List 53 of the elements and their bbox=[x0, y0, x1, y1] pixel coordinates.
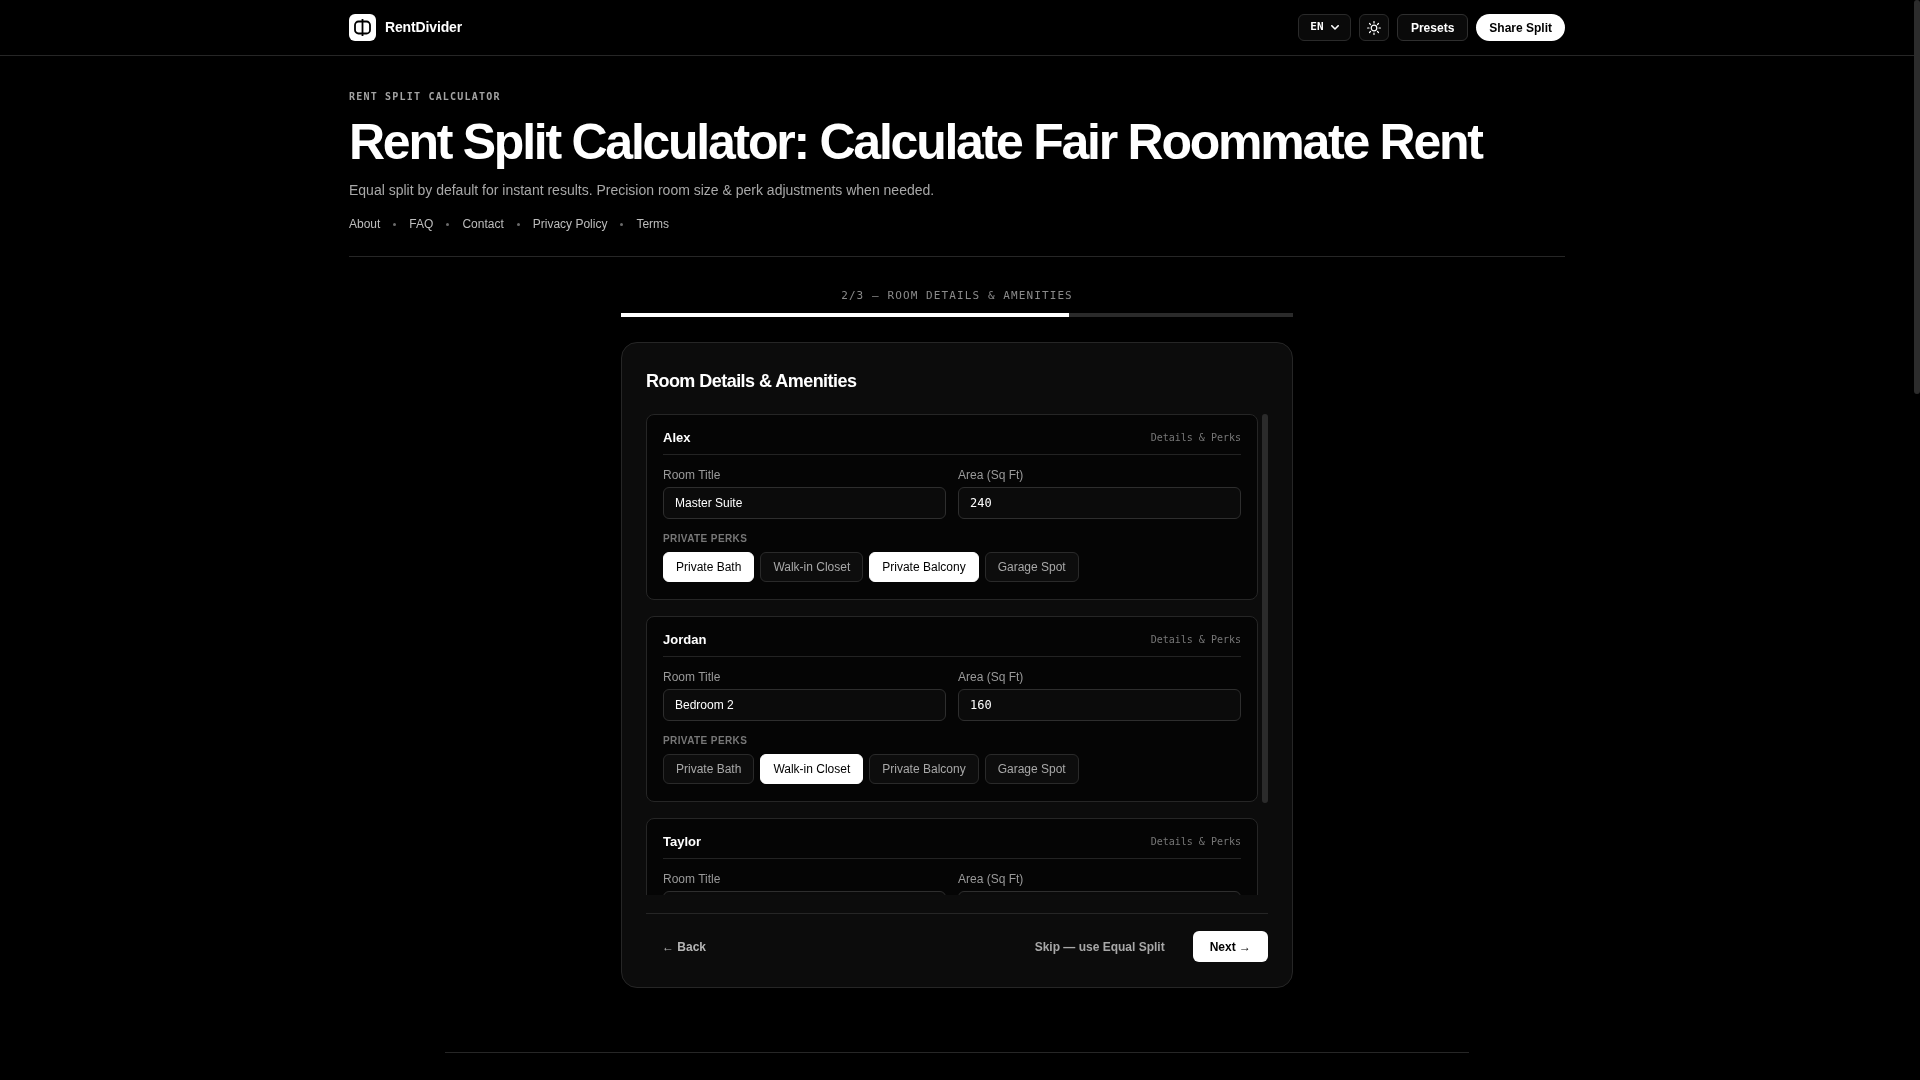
perk-toggle[interactable]: Private Balcony bbox=[869, 552, 979, 582]
theme-toggle-button[interactable] bbox=[1358, 14, 1389, 41]
room-name: Taylor bbox=[663, 834, 702, 850]
section-tag: Details & Perks bbox=[1150, 632, 1241, 648]
field-label: Area (Sq Ft) bbox=[958, 669, 1025, 685]
bullet-icon bbox=[516, 222, 520, 226]
chevron-down-icon bbox=[1330, 25, 1339, 30]
next-button[interactable]: Next → bbox=[1192, 931, 1268, 962]
input-field[interactable]: 240 bbox=[958, 487, 1241, 519]
page-subtitle: Equal split by default for instant results. Precision room size & perk adjustments when needed. bbox=[349, 181, 936, 200]
skip-button[interactable]: Skip — use Equal Split bbox=[1022, 931, 1177, 962]
perk-toggle[interactable]: Garage Spot bbox=[984, 552, 1079, 582]
field-label: Area (Sq Ft) bbox=[958, 467, 1025, 483]
perk-toggle[interactable]: Walk-in Closet bbox=[760, 754, 864, 784]
field-label: Area (Sq Ft) bbox=[958, 871, 1025, 887]
footer-link[interactable]: FAQ bbox=[409, 216, 434, 232]
footer-link[interactable]: Terms bbox=[636, 216, 670, 232]
scrollbar-thumb[interactable] bbox=[1914, 0, 1920, 394]
field-label: Room Title bbox=[663, 669, 722, 685]
footer-link[interactable]: About bbox=[349, 216, 381, 232]
bullet-icon bbox=[446, 222, 450, 226]
section-tag: Details & Perks bbox=[1150, 834, 1241, 850]
bullet-icon bbox=[620, 222, 624, 226]
back-button[interactable]: ← Back bbox=[646, 931, 723, 962]
card-title: Room Details & Amenities bbox=[646, 370, 858, 393]
perk-toggle[interactable]: Private Balcony bbox=[869, 754, 979, 784]
field-label: Room Title bbox=[663, 871, 722, 887]
perk-toggle[interactable]: Private Bath bbox=[663, 552, 755, 582]
logo-icon bbox=[349, 14, 376, 41]
field-label: Room Title bbox=[663, 467, 722, 483]
room-name: Jordan bbox=[663, 632, 707, 648]
perks-label: PRIVATE PERKS bbox=[663, 532, 749, 546]
step-label: 2/3 — ROOM DETAILS & AMENITIES bbox=[840, 288, 1074, 304]
footer-link[interactable]: Privacy Policy bbox=[532, 216, 608, 232]
perks-label: PRIVATE PERKS bbox=[663, 734, 749, 748]
language-select[interactable]: EN bbox=[1297, 14, 1351, 41]
input-field[interactable]: 160 bbox=[958, 689, 1241, 721]
perk-toggle[interactable]: Walk-in Closet bbox=[760, 552, 864, 582]
sun-icon bbox=[1366, 20, 1381, 35]
section-tag: Details & Perks bbox=[1150, 430, 1241, 446]
eyebrow-label: RENT SPLIT CALCULATOR bbox=[349, 90, 502, 104]
input-field[interactable]: Master Suite bbox=[663, 487, 946, 519]
logo-text[interactable]: RentDivider bbox=[385, 17, 463, 38]
share-button[interactable]: Share Split bbox=[1476, 14, 1565, 41]
page-title: Rent Split Calculator: Calculate Fair Roommate Rent bbox=[349, 114, 1484, 170]
scrollbar-thumb[interactable] bbox=[1262, 414, 1268, 803]
bullet-icon bbox=[393, 222, 397, 226]
perk-toggle[interactable]: Private Bath bbox=[663, 754, 755, 784]
footer-link[interactable]: Contact bbox=[462, 216, 504, 232]
input-field[interactable]: Bedroom 2 bbox=[663, 689, 946, 721]
room-name: Alex bbox=[663, 430, 691, 446]
perk-toggle[interactable]: Garage Spot bbox=[984, 754, 1079, 784]
presets-button[interactable]: Presets bbox=[1396, 14, 1469, 41]
